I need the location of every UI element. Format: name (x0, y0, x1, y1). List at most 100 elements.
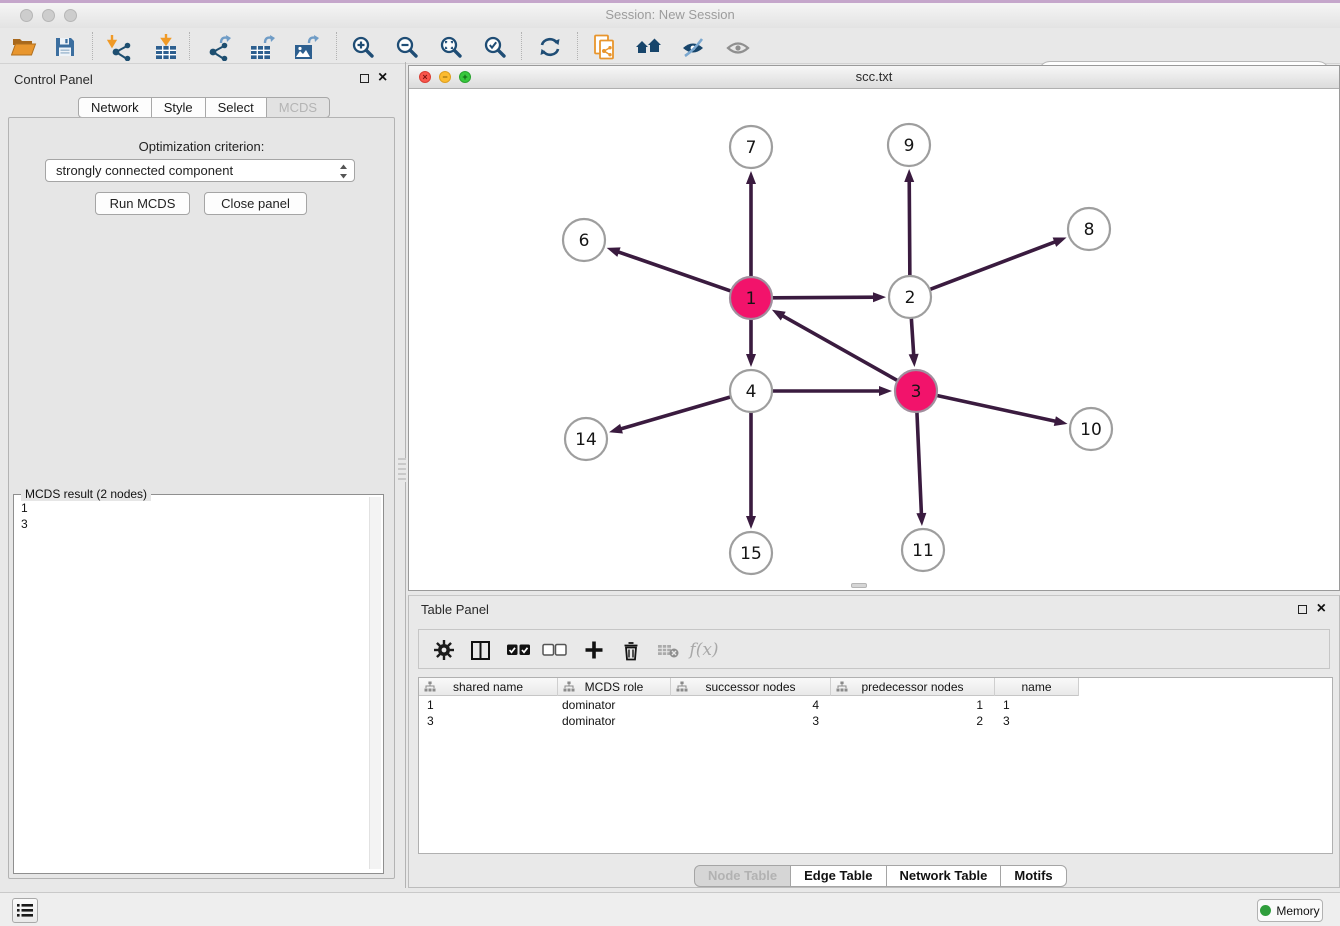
graph-node-label: 9 (904, 136, 915, 156)
table-toolbar: f(x) (418, 629, 1330, 669)
run-mcds-button[interactable]: Run MCDS (95, 192, 190, 215)
graph-edge[interactable] (937, 396, 1057, 422)
panel-splitter-grip[interactable] (398, 458, 406, 482)
table-row[interactable]: 3 dominator 3 2 3 (419, 713, 1334, 729)
graph-node-7[interactable]: 7 (730, 126, 772, 168)
graph-node-10[interactable]: 10 (1070, 408, 1112, 450)
tab-edge-table[interactable]: Edge Table (790, 865, 886, 887)
table-panel-float-button[interactable] (1298, 605, 1307, 614)
column-header-predecessor-nodes[interactable]: predecessor nodes (831, 678, 995, 696)
graph-node-14[interactable]: 14 (565, 418, 607, 460)
optimization-criterion-label: Optimization criterion: (9, 139, 394, 154)
open-folder-icon (11, 36, 37, 58)
mcds-result-group: MCDS result (2 nodes) 1 3 (13, 494, 384, 874)
delete-table-button[interactable] (655, 638, 681, 662)
column-header-name[interactable]: name (995, 678, 1079, 696)
column-header-shared-name[interactable]: shared name (419, 678, 558, 696)
zoom-selected-button[interactable] (480, 33, 510, 61)
network-window-resize-grip[interactable] (851, 583, 867, 588)
show-graphics-button[interactable] (723, 33, 753, 61)
memory-status-dot (1260, 905, 1271, 916)
import-table-button[interactable] (151, 33, 181, 61)
show-column-button[interactable] (467, 638, 493, 662)
graph-edge[interactable] (917, 413, 922, 516)
mcds-result-list: 1 3 (14, 497, 35, 535)
refresh-button[interactable] (535, 33, 565, 61)
graph-node-3[interactable]: 3 (895, 370, 937, 412)
tab-style[interactable]: Style (151, 97, 206, 118)
window-minimize-button[interactable] (42, 9, 55, 22)
save-session-button[interactable] (50, 33, 80, 61)
tab-motifs[interactable]: Motifs (1000, 865, 1066, 887)
import-network-button[interactable] (104, 33, 134, 61)
window-zoom-button[interactable] (64, 9, 77, 22)
graph-node-8[interactable]: 8 (1068, 208, 1110, 250)
graph-edge-arrow (772, 310, 786, 321)
mcds-result-scrollbar[interactable] (369, 497, 381, 869)
graph-edge-arrow (1054, 416, 1068, 426)
column-header-mcds-role[interactable]: MCDS role (558, 678, 671, 696)
table-panel-close-button[interactable]: × (1317, 604, 1326, 614)
delete-column-button[interactable] (618, 638, 644, 662)
export-table-button[interactable] (247, 33, 277, 61)
zoom-out-button[interactable] (392, 33, 422, 61)
mcds-panel-body: Optimization criterion: strongly connect… (8, 117, 395, 879)
function-builder-button[interactable]: f(x) (691, 638, 717, 662)
export-image-button[interactable] (291, 33, 321, 61)
graph-edge-arrow (916, 513, 926, 526)
graph-node-15[interactable]: 15 (730, 532, 772, 574)
graph-edge-arrow (1053, 237, 1067, 246)
graph-node-label: 2 (905, 288, 916, 308)
open-session-button[interactable] (9, 33, 39, 61)
status-bar: Memory (0, 892, 1340, 926)
unselect-all-columns-button[interactable] (541, 638, 567, 662)
graph-edge[interactable] (909, 179, 910, 275)
graph-edge[interactable] (911, 319, 913, 357)
graph-edge[interactable] (781, 315, 897, 381)
network-window-minimize-button[interactable]: − (439, 71, 451, 83)
task-history-button[interactable] (12, 898, 38, 923)
table-row[interactable]: 1 dominator 4 1 1 (419, 697, 1334, 713)
graph-node-9[interactable]: 9 (888, 124, 930, 166)
control-panel-float-button[interactable] (360, 74, 369, 83)
main-toolbar (0, 28, 1340, 64)
control-panel-close-button[interactable]: × (378, 73, 387, 83)
tab-node-table[interactable]: Node Table (694, 865, 791, 887)
tab-network[interactable]: Network (78, 97, 152, 118)
graph-edge[interactable] (931, 241, 1058, 289)
column-settings-button[interactable] (431, 638, 457, 662)
tab-select[interactable]: Select (205, 97, 267, 118)
network-window-titlebar: × − + scc.txt (409, 66, 1339, 89)
graph-edge-arrow (607, 247, 621, 256)
graph-edge[interactable] (773, 297, 876, 298)
tab-mcds[interactable]: MCDS (266, 97, 330, 118)
table-panel-title: Table Panel (421, 602, 489, 617)
graph-node-4[interactable]: 4 (730, 370, 772, 412)
graph-node-2[interactable]: 2 (889, 276, 931, 318)
window-close-button[interactable] (20, 9, 33, 22)
memory-button[interactable]: Memory (1257, 899, 1323, 922)
create-column-button[interactable] (581, 638, 607, 662)
mcds-result-item: 3 (21, 516, 28, 532)
network-graph[interactable]: 1 2 3 4 6 7 8 9 10 11 14 15 (409, 89, 1339, 590)
network-window-zoom-button[interactable]: + (459, 71, 471, 83)
graph-node-6[interactable]: 6 (563, 219, 605, 261)
close-panel-button[interactable]: Close panel (204, 192, 307, 215)
zoom-in-button[interactable] (348, 33, 378, 61)
column-header-successor-nodes[interactable]: successor nodes (671, 678, 831, 696)
clone-network-button[interactable] (590, 33, 620, 61)
select-all-columns-button[interactable] (505, 638, 531, 662)
show-navigator-button[interactable] (634, 33, 664, 61)
graph-node-11[interactable]: 11 (902, 529, 944, 571)
tab-network-table[interactable]: Network Table (886, 865, 1002, 887)
optimization-criterion-select[interactable]: strongly connected component (45, 159, 355, 182)
import-network-icon (106, 34, 133, 61)
zoom-fit-button[interactable] (436, 33, 466, 61)
graph-edge[interactable] (619, 397, 730, 429)
hide-graphics-button[interactable] (678, 33, 708, 61)
graph-node-1[interactable]: 1 (730, 277, 772, 319)
control-panel-tabs: Network Style Select MCDS (78, 97, 330, 118)
graph-edge[interactable] (616, 251, 730, 291)
network-window-close-button[interactable]: × (419, 71, 431, 83)
export-network-button[interactable] (203, 33, 233, 61)
